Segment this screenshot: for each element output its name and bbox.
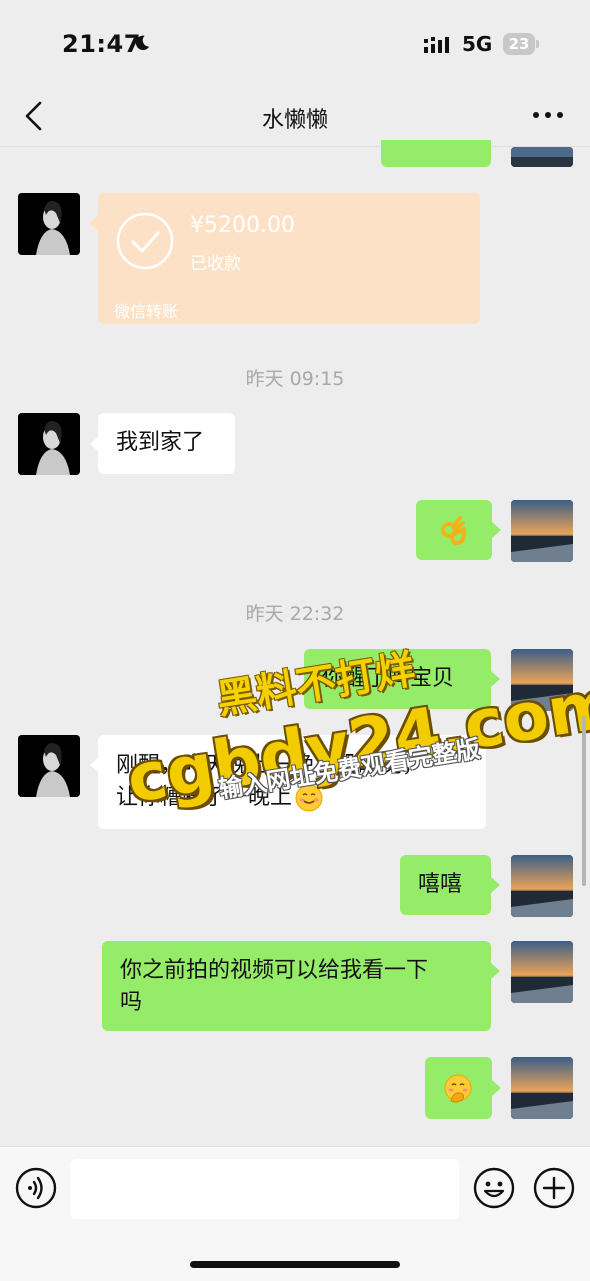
input-bar	[0, 1146, 590, 1281]
message-text: 嘻嘻	[418, 872, 463, 897]
message-bubble[interactable]: 你醒了吗宝贝	[304, 649, 491, 709]
message-input[interactable]	[70, 1159, 459, 1219]
self-avatar[interactable]	[511, 649, 573, 711]
self-avatar[interactable]	[511, 941, 573, 1003]
timestamp: 昨天 09:15	[245, 368, 345, 390]
self-avatar[interactable]	[511, 500, 573, 562]
network-label: 5G	[462, 32, 493, 56]
message-bubble[interactable]: 嘻嘻	[400, 855, 491, 915]
ok-hand-emoji	[441, 516, 467, 545]
message-text: 我到家了	[116, 430, 205, 455]
emoji-icon[interactable]	[473, 1167, 515, 1209]
self-avatar[interactable]	[511, 147, 573, 167]
battery-level: 23	[508, 35, 530, 53]
transfer-label: 微信转账	[114, 302, 179, 321]
transfer-amount: ¥5200.00	[190, 213, 295, 238]
voice-icon[interactable]	[15, 1167, 57, 1209]
message-bubble[interactable]: 我到家了	[98, 413, 235, 474]
message-bubble[interactable]: 你之前拍的视频可以给我看一下 吗	[102, 941, 491, 1031]
message-text: 你醒了吗宝贝	[322, 666, 455, 691]
message-text-line: 让你糟蹋了一晚上	[116, 782, 468, 814]
self-avatar[interactable]	[511, 1057, 573, 1119]
chat-header: 水懒懒	[0, 90, 590, 147]
message-text-line: 刚醒，昨天晚上一晚上没睡觉，	[116, 753, 425, 778]
message-bubble-partial[interactable]	[381, 140, 491, 167]
chat-title: 水懒懒	[261, 108, 328, 133]
transfer-card[interactable]: ¥5200.00 已收款 微信转账	[89, 193, 480, 324]
more-icon[interactable]	[532, 102, 564, 128]
smile-emoji	[295, 784, 323, 812]
contact-avatar[interactable]	[18, 193, 80, 255]
battery-icon: 23	[503, 33, 539, 55]
timestamp: 昨天 22:32	[245, 603, 345, 625]
moon-icon	[135, 35, 150, 51]
status-bar: 21:47 5G 23	[0, 0, 590, 90]
message-bubble[interactable]	[425, 1057, 492, 1119]
message-text-line: 你之前拍的视频可以给我看一下	[120, 958, 429, 983]
contact-avatar[interactable]	[18, 735, 80, 797]
message-text-line: 吗	[120, 990, 143, 1015]
plus-icon[interactable]	[533, 1167, 575, 1209]
home-indicator[interactable]	[190, 1261, 400, 1268]
transfer-status: 已收款	[190, 254, 241, 274]
scrollbar[interactable]	[582, 716, 586, 886]
message-bubble[interactable]	[416, 500, 492, 560]
signal-icon	[424, 37, 449, 53]
message-bubble[interactable]: 刚醒，昨天晚上一晚上没睡觉， 让你糟蹋了一晚上	[98, 735, 486, 829]
shy-emoji	[444, 1074, 472, 1103]
check-icon	[116, 212, 174, 270]
status-time: 21:47	[62, 30, 141, 58]
self-avatar[interactable]	[511, 855, 573, 917]
contact-avatar[interactable]	[18, 413, 80, 475]
